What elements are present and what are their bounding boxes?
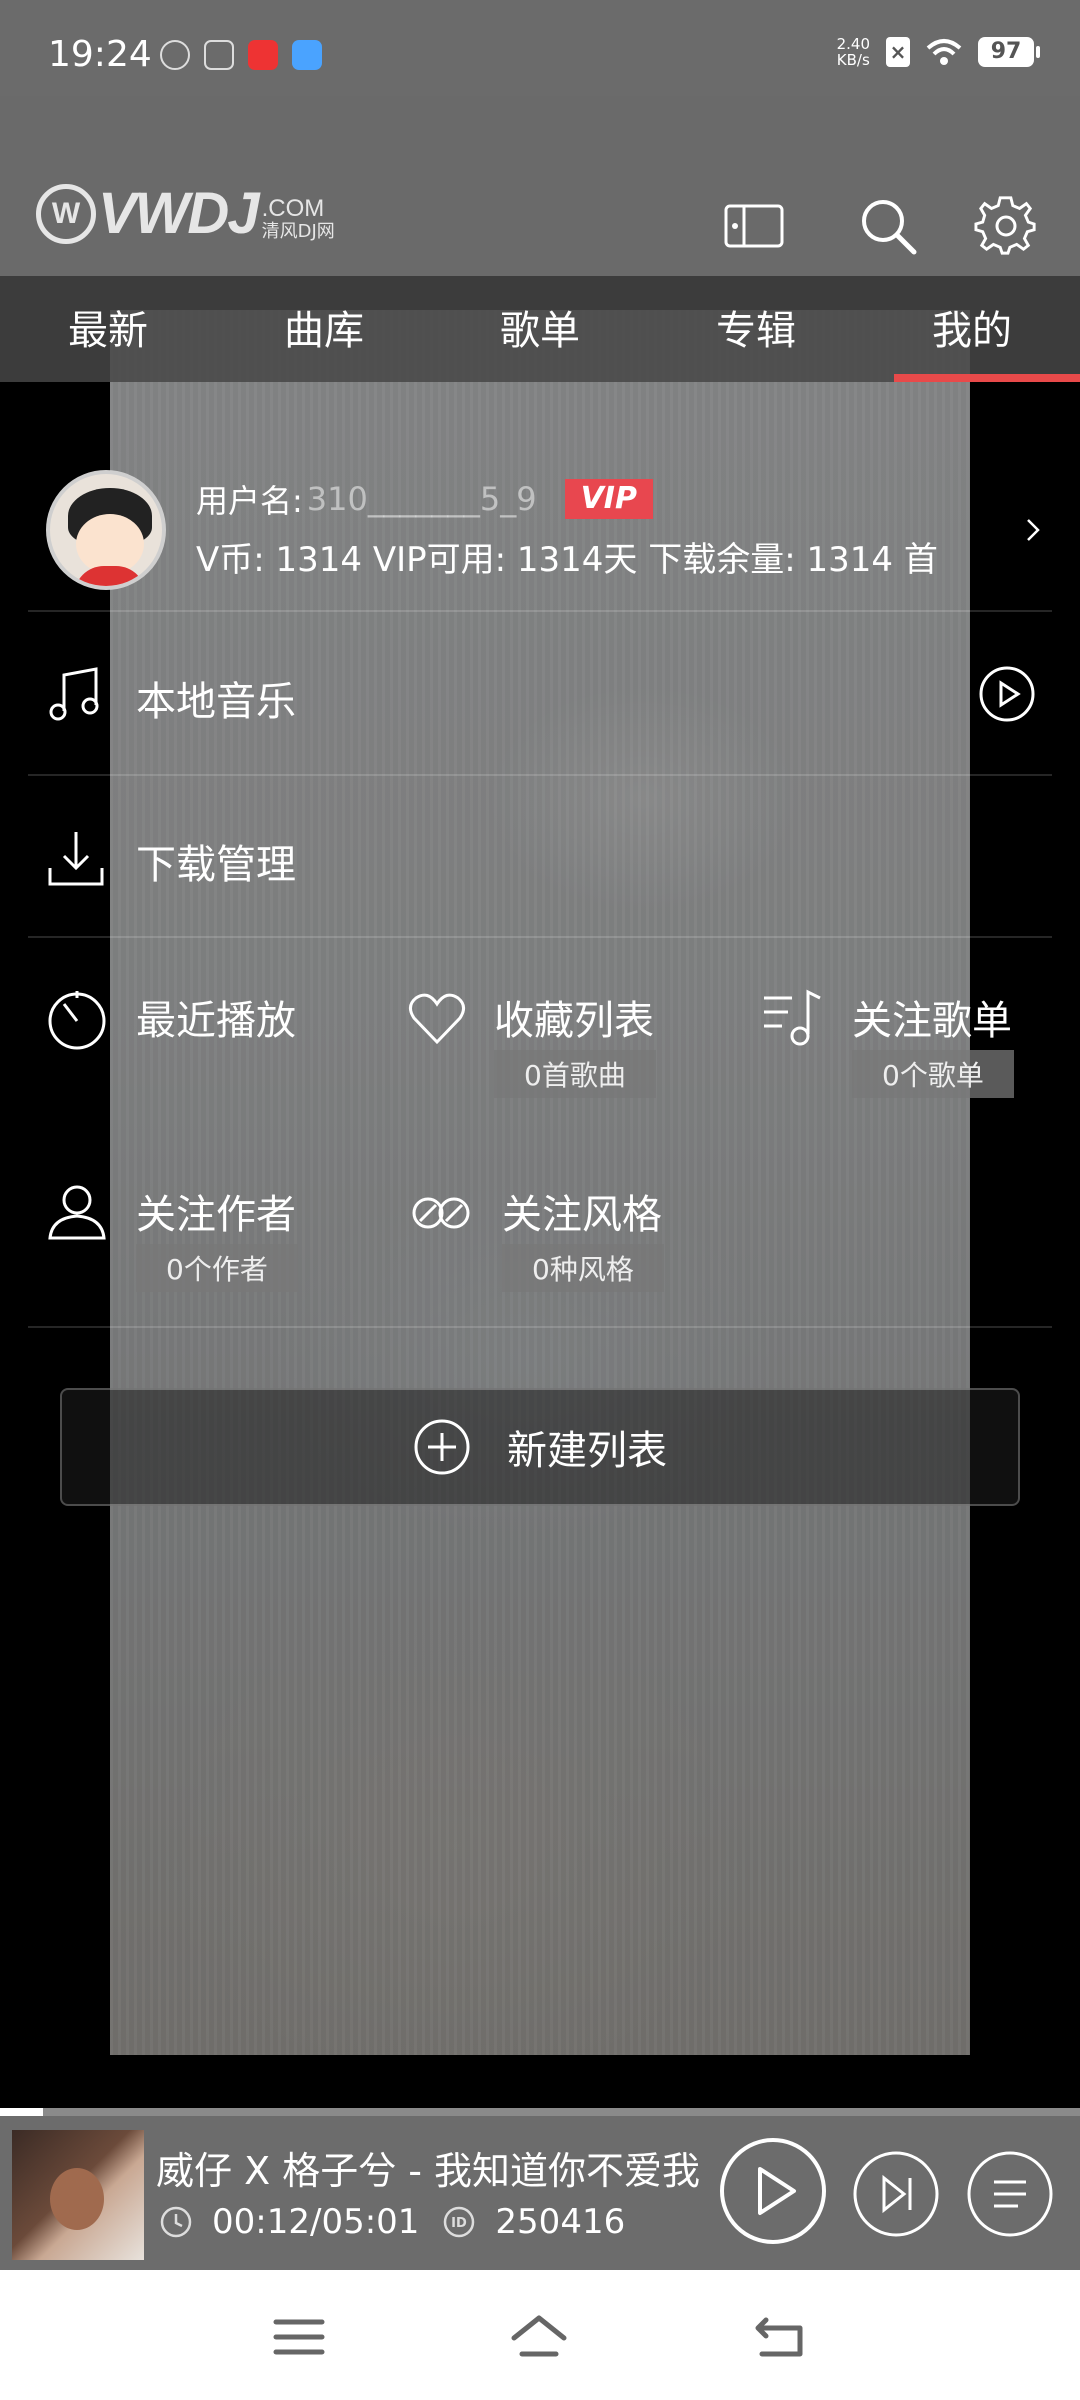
followed-styles-count: 0种风格: [502, 1244, 664, 1292]
divider: [28, 610, 1052, 612]
tab-latest[interactable]: 最新: [0, 276, 216, 382]
battery-icon: 97: [978, 37, 1040, 67]
person-icon: [48, 1185, 106, 1240]
status-app-icons: [160, 40, 322, 70]
album-cover[interactable]: [12, 2130, 144, 2260]
track-title[interactable]: 威仔 X 格子兮 - 我知道你不爱我: [156, 2140, 711, 2195]
play-button[interactable]: [718, 2136, 828, 2246]
account-stats: V币: 1314 VIP可用: 1314天 下载余量: 1314 首: [196, 540, 938, 580]
style-tags-icon: [412, 1197, 470, 1229]
status-indicators: 2.40 KB/s × 97: [836, 35, 1040, 69]
network-speed: 2.40 KB/s: [836, 35, 870, 69]
browser-icon: [292, 40, 322, 70]
playback-time: 00:12/05:01: [212, 2202, 420, 2242]
status-time: 19:24: [48, 34, 152, 75]
favorites-list[interactable]: 收藏列表 0首歌曲: [406, 988, 706, 1128]
playlist-queue-button[interactable]: [966, 2150, 1054, 2238]
chevron-right-icon[interactable]: [1022, 510, 1046, 550]
mini-player[interactable]: 威仔 X 格子兮 - 我知道你不爱我 00:12/05:01 ID 250416: [0, 2116, 1080, 2270]
menu-icon[interactable]: [270, 2312, 328, 2362]
divider: [28, 774, 1052, 776]
logo-text: VWDJ: [98, 181, 260, 246]
system-nav-bar: [0, 2270, 1080, 2400]
screen-icon[interactable]: [722, 194, 786, 258]
notes-icon: [204, 40, 234, 70]
app-notification-icon: [248, 40, 278, 70]
home-icon[interactable]: [510, 2312, 568, 2362]
logo-mark: W: [36, 184, 96, 244]
search-icon[interactable]: [856, 194, 920, 258]
followed-playlists-label: 关注歌单: [852, 998, 1012, 1044]
track-id: 250416: [495, 2202, 626, 2242]
clock-icon: [160, 2206, 192, 2238]
logo-domain: .COM: [261, 195, 325, 222]
tab-playlists[interactable]: 歌单: [432, 276, 648, 382]
new-list-label: 新建列表: [507, 1428, 667, 1474]
followed-authors-label: 关注作者: [136, 1192, 296, 1238]
playback-progress-bar[interactable]: [0, 2108, 1080, 2116]
play-circle-icon[interactable]: [978, 665, 1036, 723]
recent-play[interactable]: 最近播放: [46, 988, 346, 1128]
logo-cn: 清风DJ网: [261, 221, 335, 242]
playlist-icon: [764, 989, 821, 1046]
username-value: 310_______5_9: [306, 480, 537, 518]
followed-playlists[interactable]: 关注歌单 0个歌单: [762, 988, 1062, 1128]
svg-text:ID: ID: [452, 2216, 468, 2231]
no-sim-icon: ×: [886, 37, 910, 67]
divider: [28, 1326, 1052, 1328]
vip-badge: VIP: [564, 479, 653, 519]
tab-albums[interactable]: 专辑: [648, 276, 864, 382]
username-line: 用户名: 310_______5_9 VIP: [196, 476, 653, 522]
music-note-icon: [49, 667, 99, 721]
tab-library[interactable]: 曲库: [216, 276, 432, 382]
clock-icon: [48, 991, 106, 1050]
id-icon: ID: [444, 2206, 475, 2238]
heart-icon: [409, 993, 465, 1045]
recent-play-label: 最近播放: [136, 998, 296, 1044]
divider: [28, 936, 1052, 938]
followed-styles[interactable]: 关注风格 0种风格: [410, 1182, 710, 1322]
app-logo: W VWDJ .COM 清风DJ网: [36, 184, 335, 244]
favorites-count: 0首歌曲: [494, 1050, 656, 1098]
status-bar: 19:24 2.40 KB/s × 97: [0, 0, 1080, 96]
followed-playlists-count: 0个歌单: [852, 1050, 1014, 1098]
user-profile[interactable]: 用户名: 310_______5_9 VIP V币: 1314 VIP可用: 1…: [28, 460, 1052, 610]
favorites-label: 收藏列表: [494, 998, 654, 1044]
next-track-button[interactable]: [852, 2150, 940, 2238]
avatar[interactable]: [46, 470, 166, 590]
tab-mine[interactable]: 我的: [864, 276, 1080, 382]
download-manager-row[interactable]: 下载管理: [28, 778, 1052, 938]
back-icon[interactable]: [752, 2312, 810, 2362]
local-music-row[interactable]: 本地音乐: [28, 615, 1052, 775]
download-manager-label: 下载管理: [136, 842, 296, 888]
vpn-icon: [160, 40, 190, 70]
tab-bar: 最新 曲库 歌单 专辑 我的: [0, 276, 1080, 382]
new-list-button[interactable]: 新建列表: [60, 1388, 1020, 1506]
playback-progress-fill: [0, 2108, 44, 2116]
gear-icon[interactable]: [974, 194, 1038, 258]
track-meta: 00:12/05:01 ID 250416: [160, 2202, 625, 2242]
app-header: W VWDJ .COM 清风DJ网: [0, 96, 1080, 276]
followed-authors[interactable]: 关注作者 0个作者: [46, 1182, 346, 1322]
local-music-label: 本地音乐: [136, 679, 296, 725]
download-icon: [48, 832, 104, 886]
plus-circle-icon: [414, 1419, 470, 1475]
username-label: 用户名:: [196, 482, 303, 520]
followed-styles-label: 关注风格: [502, 1192, 662, 1238]
wifi-icon: [926, 39, 962, 65]
followed-authors-count: 0个作者: [136, 1244, 298, 1292]
